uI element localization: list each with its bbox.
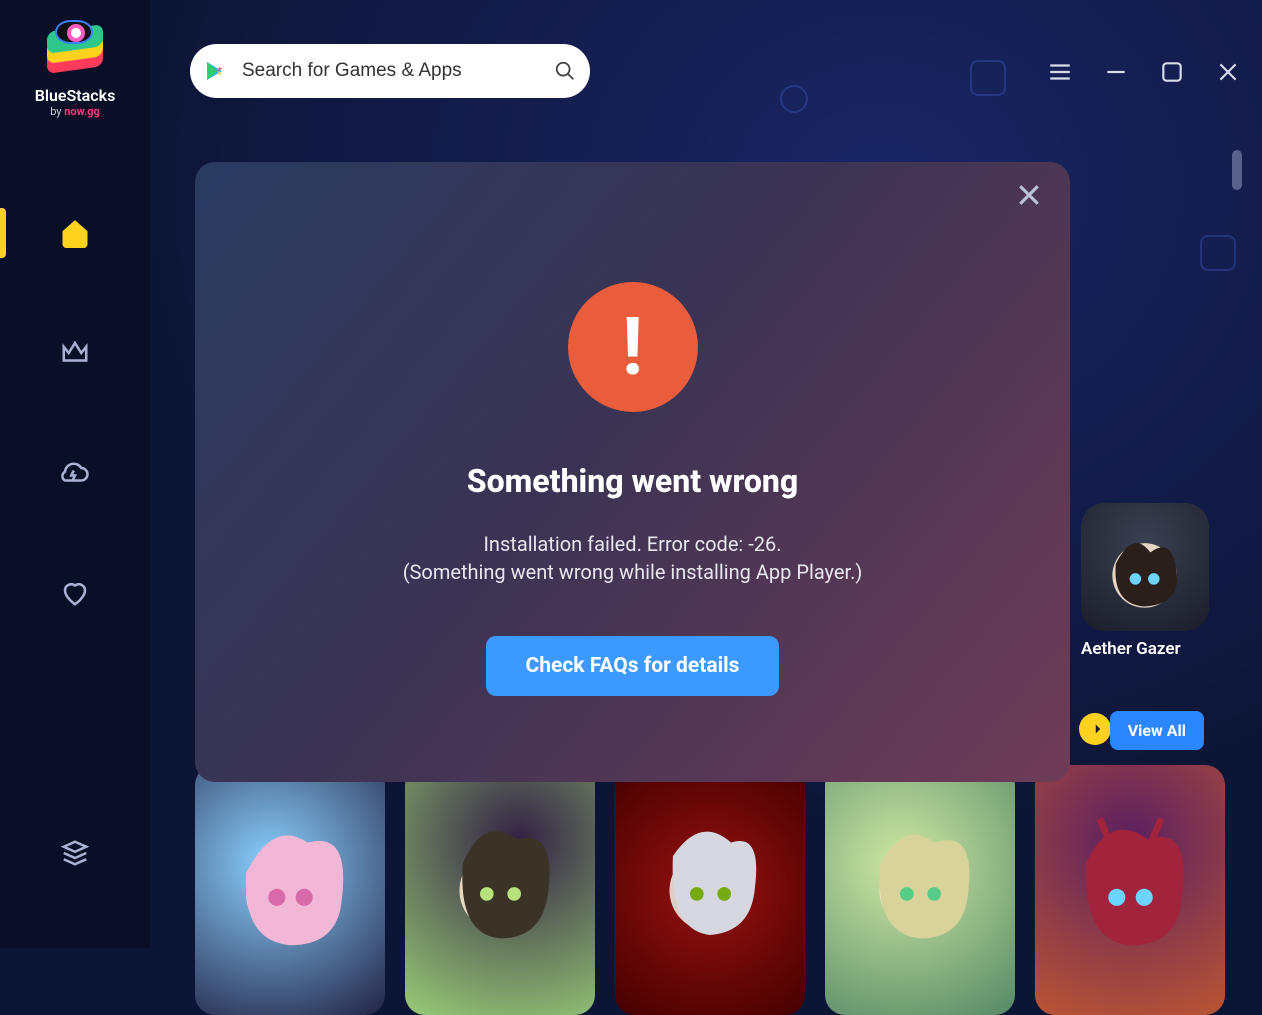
game-card[interactable] [195,765,385,1015]
arrow-right-icon [1086,720,1104,738]
alert-icon: ! [568,282,698,412]
bluestacks-logo-icon [45,18,105,78]
menu-icon [1047,59,1073,85]
heart-icon [60,578,90,608]
search-icon [554,60,576,82]
crown-icon [60,338,90,368]
search-box[interactable] [190,44,590,98]
nav-library[interactable] [0,828,150,878]
stack-icon [60,838,90,868]
hamburger-menu-button[interactable] [1046,58,1074,86]
game-card[interactable] [615,765,805,1015]
modal-close-button[interactable] [1012,178,1046,212]
nav-favorites[interactable] [0,568,150,618]
check-faqs-button[interactable]: Check FAQs for details [486,636,780,696]
game-tile-art [1081,503,1209,631]
nav-premium[interactable] [0,328,150,378]
check-faqs-label: Check FAQs for details [526,654,740,678]
maximize-icon [1159,59,1185,85]
sidebar: BlueStacks by now.gg [0,0,150,948]
cloud-bolt-icon [60,458,90,488]
scrollbar-thumb[interactable] [1232,150,1242,190]
close-icon [1215,59,1241,85]
search-input[interactable] [242,60,540,82]
brand-logo[interactable]: BlueStacks by now.gg [35,18,116,118]
modal-title: Something went wrong [467,462,799,500]
view-all-label: View All [1128,721,1186,740]
home-icon [60,218,90,248]
game-tile-aether-gazer[interactable]: Aether Gazer [1081,503,1209,659]
modal-message-line: Installation failed. Error code: -26. [403,530,863,558]
minimize-button[interactable] [1102,58,1130,86]
carousel-next-button[interactable] [1079,713,1111,745]
nav-home[interactable] [0,208,150,258]
google-play-icon [204,59,228,83]
nav-list [0,208,150,618]
view-all-button[interactable]: View All [1110,711,1204,750]
nav-cloud[interactable] [0,448,150,498]
brand-subtitle: by now.gg [50,105,100,118]
modal-message: Installation failed. Error code: -26. (S… [403,530,863,586]
game-card[interactable] [1035,765,1225,1015]
error-modal: ! Something went wrong Installation fail… [195,162,1070,782]
window-controls [1046,58,1242,86]
minimize-icon [1103,59,1129,85]
game-card[interactable] [825,765,1015,1015]
brand-name: BlueStacks [35,86,116,105]
maximize-button[interactable] [1158,58,1186,86]
scrollbar[interactable] [1232,150,1242,938]
topbar [150,0,1262,140]
game-card[interactable] [405,765,595,1015]
close-window-button[interactable] [1214,58,1242,86]
modal-message-line: (Something went wrong while installing A… [403,558,863,586]
close-icon [1014,180,1044,210]
